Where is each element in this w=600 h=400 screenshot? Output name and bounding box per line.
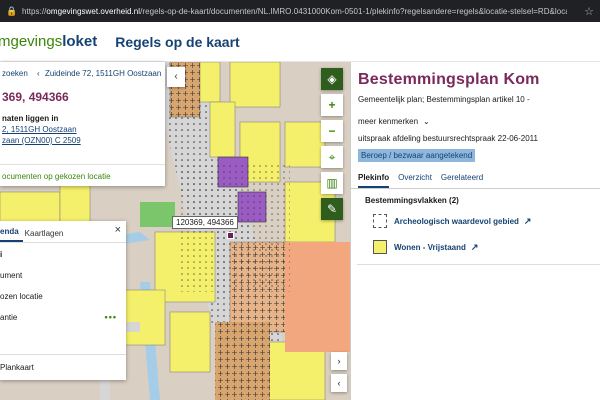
page-title[interactable]: Regels op de kaart [115, 34, 240, 50]
map-toolbar: ◈ + − ⌖ ▥ ✎ [321, 68, 343, 224]
brand-logo[interactable]: mgevingsloket [0, 33, 97, 50]
status-badge: Beroep / bezwaar aangetekend [358, 149, 476, 162]
scroll-right-button[interactable]: › [331, 352, 347, 370]
more-options-icon[interactable]: ••• [105, 307, 117, 328]
address-breadcrumb[interactable]: Zuideinde 72, 1511GH Oostzaan [45, 69, 161, 78]
close-icon[interactable]: × [115, 224, 121, 236]
tab-kaartlagen[interactable]: Kaartlagen [23, 229, 68, 242]
app-header: mgevingsloket Regels op de kaart [0, 22, 600, 62]
layers-icon[interactable]: ◈ [321, 68, 343, 90]
documents-at-location-link[interactable]: ocumenten op gekozen locatie [0, 164, 165, 186]
external-link-icon[interactable]: ↗ [471, 242, 479, 253]
plan-title: Bestemmingsplan Kom [358, 71, 540, 88]
external-link-icon[interactable]: ↗ [524, 216, 532, 227]
tab-plekinfo[interactable]: Plekinfo [358, 173, 390, 188]
legend-item[interactable]: i [0, 244, 126, 265]
chevron-right-icon: › [337, 356, 341, 366]
ruling-text: uitspraak afdeling bestuursrechtspraak 2… [358, 134, 538, 143]
archeology-swatch-icon [373, 214, 387, 228]
info-text: naten liggen in [2, 114, 59, 123]
collapse-panel-button[interactable]: ‹ [167, 67, 185, 87]
tab-overzicht[interactable]: Overzicht [398, 173, 432, 188]
lock-icon: 🔒 [6, 6, 18, 16]
zoom-in-button[interactable]: + [321, 94, 343, 116]
section-heading: Bestemmingsvlakken (2) [365, 196, 459, 205]
tab-legenda[interactable]: enda [0, 227, 23, 242]
chevron-down-icon: ⌄ [423, 117, 430, 126]
plan-subtitle: Gemeentelijk plan; Bestemmingsplan artik… [358, 95, 530, 104]
locate-icon[interactable]: ⌖ [321, 146, 343, 168]
url-text[interactable]: https://omgevingswet.overheid.nl/regels-… [22, 7, 567, 16]
bestemmingsvlak-wonen[interactable]: Wonen - Vrijstaand ↗ [373, 237, 600, 257]
chevron-left-icon: ‹ [174, 71, 178, 82]
divider [357, 264, 600, 265]
legend-item[interactable]: antie ••• [0, 307, 126, 328]
plankaart-link[interactable]: Plankaart [0, 354, 126, 380]
legend-item[interactable]: ument [0, 265, 126, 286]
location-marker [227, 232, 234, 239]
wonen-swatch-icon [373, 240, 387, 254]
legend-card: enda Kaartlagen × i ument ozen locatie a… [0, 221, 126, 380]
measure-icon[interactable]: ▥ [321, 172, 343, 194]
address-link[interactable]: 2, 1511GH Oostzaan [2, 124, 165, 135]
coordinate-tooltip: 120369, 494366 [172, 216, 238, 229]
bookmark-star-icon[interactable]: ☆ [584, 5, 594, 18]
scroll-down-button[interactable]: ‹ [331, 374, 347, 392]
panel-tabs: Plekinfo Overzicht Gerelateerd [351, 173, 600, 189]
location-search-card: zoeken ‹ Zuideinde 72, 1511GH Oostzaan 3… [0, 62, 165, 186]
legend-item[interactable]: ozen locatie [0, 286, 126, 307]
zoom-out-button[interactable]: − [321, 120, 343, 142]
coordinates-heading: 369, 494366 [2, 90, 69, 104]
tab-gerelateerd[interactable]: Gerelateerd [441, 173, 483, 188]
parcel-link[interactable]: zaan (OZN00) C 2509 [2, 135, 165, 146]
draw-icon[interactable]: ✎ [321, 198, 343, 220]
back-to-search-link[interactable]: zoeken [2, 69, 28, 78]
bestemmingsvlak-archeologie[interactable]: Archeologisch waardevol gebied ↗ [373, 211, 600, 231]
chevron-left-icon: ‹ [37, 69, 40, 78]
browser-address-bar[interactable]: 🔒 https://omgevingswet.overheid.nl/regel… [0, 0, 600, 22]
chevron-down-icon: ‹ [337, 378, 341, 388]
location-info: naten liggen in 2, 1511GH Oostzaan zaan … [0, 104, 165, 146]
plan-info-panel: Bestemmingsplan Kom Gemeentelijk plan; B… [350, 62, 600, 400]
more-properties-toggle[interactable]: meer kenmerken ⌄ [351, 104, 600, 126]
